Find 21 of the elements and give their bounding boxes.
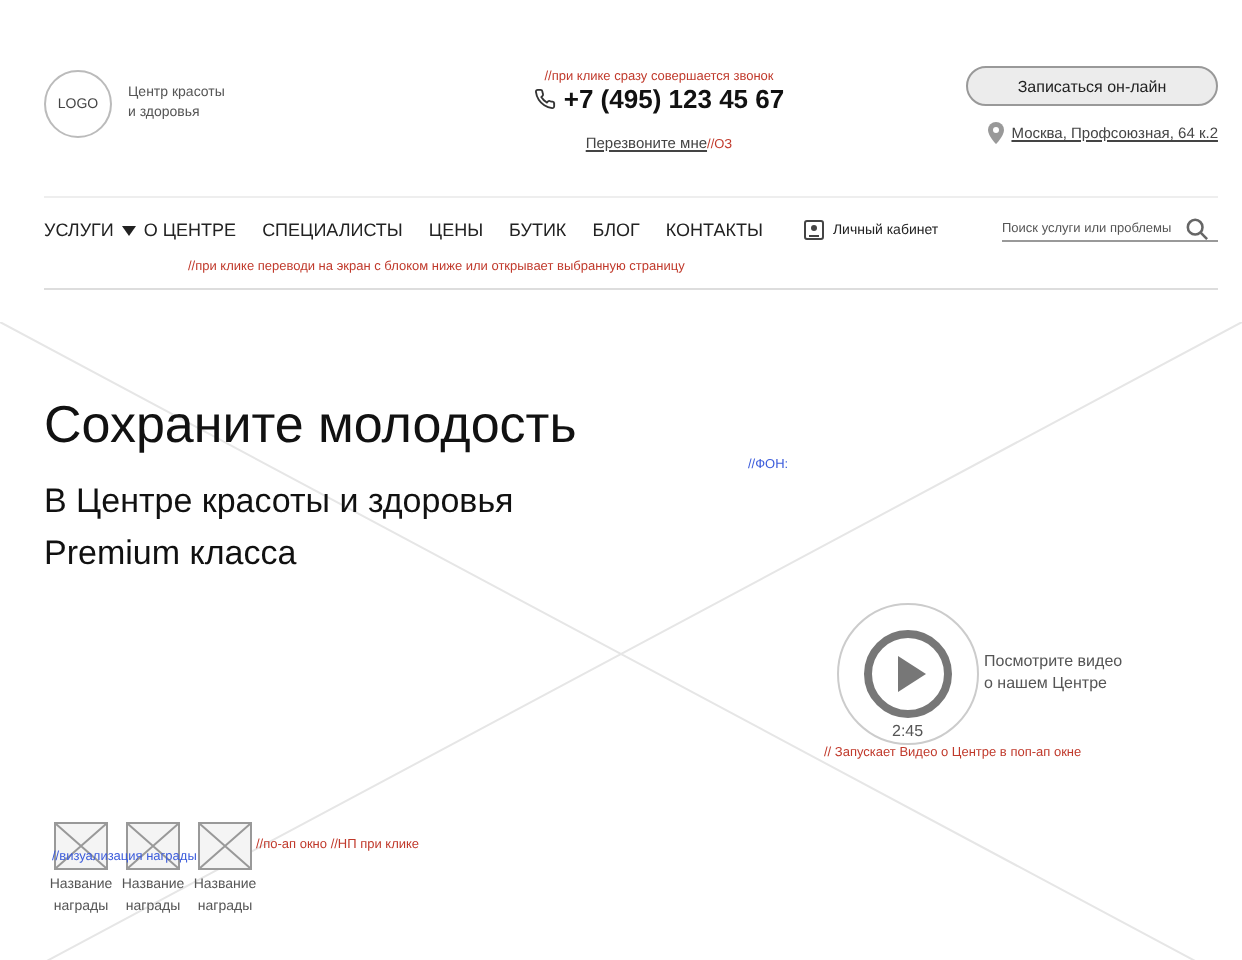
- search-icon[interactable]: [1186, 218, 1208, 240]
- nav-link[interactable]: ЦЕНЫ: [428, 220, 484, 240]
- nav-link[interactable]: БУТИК: [509, 220, 567, 240]
- award-image-placeholder: [198, 822, 252, 870]
- caret-icon: [121, 225, 136, 235]
- hero-subtitle: Premium класса: [44, 532, 299, 576]
- video-duration: 2:45: [892, 722, 924, 740]
- nav-link[interactable]: КОНТАКТЫ: [665, 220, 763, 240]
- signup-button[interactable]: Записаться он-лайн: [965, 66, 1218, 106]
- video-caption: Посмотрите видео о нашем Центре: [984, 652, 1125, 696]
- phone-icon: [533, 88, 556, 110]
- hero-title: Сохраните молодость: [44, 394, 577, 456]
- nav-link[interactable]: УСЛУГИ: [44, 220, 114, 240]
- hero-subtitle: В Центре красоты и здоровья: [44, 480, 516, 524]
- nav-link[interactable]: О ЦЕНТРЕ: [143, 220, 237, 240]
- play-button[interactable]: [836, 602, 980, 746]
- nav-link[interactable]: СПЕЦИАЛИСТЫ: [262, 220, 403, 240]
- phone-link[interactable]: +7 (495) 123 45 67: [563, 84, 785, 114]
- nav-link[interactable]: БЛОГ: [592, 220, 640, 240]
- pin-icon: [987, 122, 1004, 144]
- user-icon: [804, 220, 825, 240]
